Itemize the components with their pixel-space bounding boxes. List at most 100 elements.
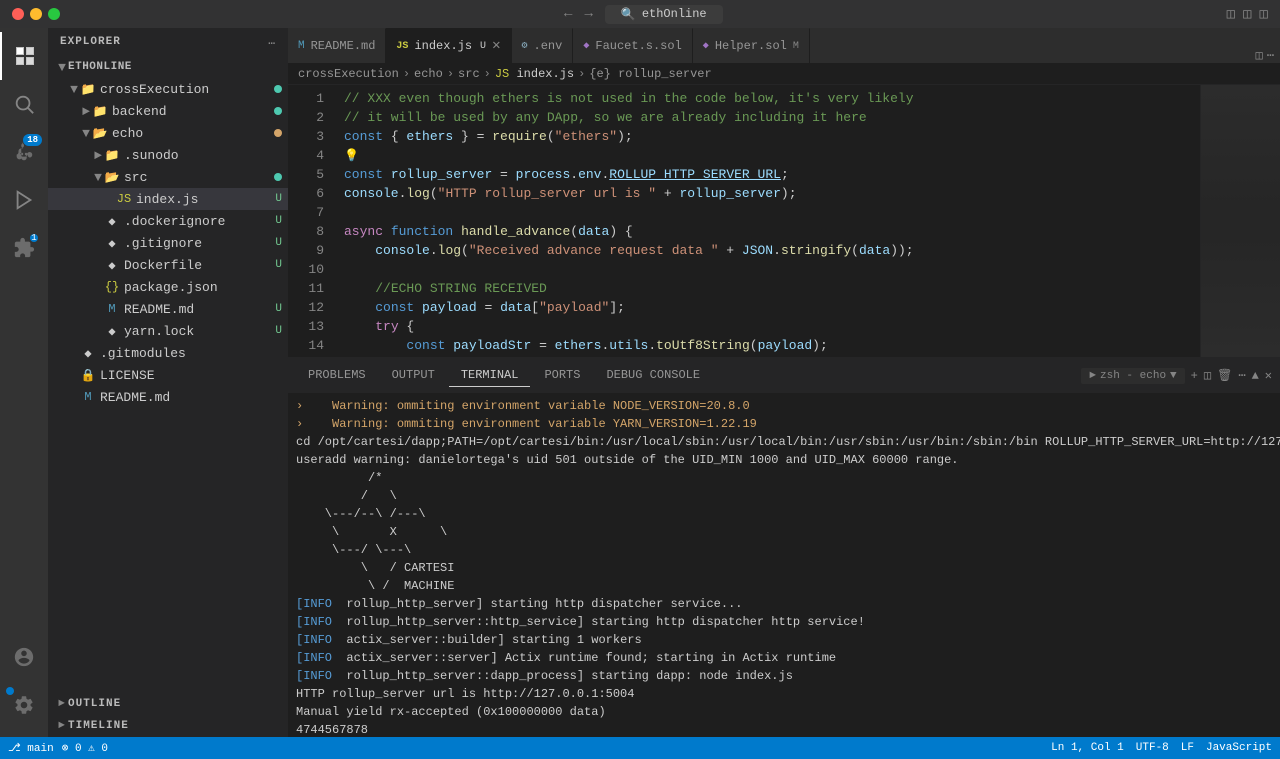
outline-section[interactable]: ► OUTLINE xyxy=(48,693,288,715)
activity-search[interactable] xyxy=(0,80,48,128)
spacer xyxy=(92,236,104,251)
tab-debug[interactable]: DEBUG CONSOLE xyxy=(594,364,712,387)
breadcrumb-part[interactable]: echo xyxy=(414,67,443,81)
sidebar-item-src[interactable]: ▼ 📂 src xyxy=(48,166,288,188)
activity-account[interactable] xyxy=(0,633,48,681)
error-icon: ⊗ xyxy=(62,743,69,755)
folder-icon: 📁 xyxy=(92,103,108,119)
status-dot xyxy=(274,85,282,93)
layout-icon[interactable]: ◫ xyxy=(1227,6,1235,23)
git-branch[interactable]: ⎇ main xyxy=(8,741,54,755)
tab-close-icon[interactable]: ✕ xyxy=(492,39,500,53)
terminal-line: useradd warning: danielortega's uid 501 … xyxy=(296,451,1272,469)
editor-actions: ◫ ⋯ xyxy=(1256,48,1280,63)
terminal-content[interactable]: › Warning: ommiting environment variable… xyxy=(288,393,1280,737)
sidebar-item-dockerignore[interactable]: ◆ .dockerignore U xyxy=(48,210,288,232)
sidebar-item-backend[interactable]: ► 📁 backend xyxy=(48,100,288,122)
sidebar-item-packagejson[interactable]: {} package.json xyxy=(48,276,288,298)
sidebar-item-license[interactable]: 🔒 LICENSE xyxy=(48,364,288,386)
maximize-terminal-icon[interactable]: ▲ xyxy=(1252,369,1259,383)
sidebar-actions[interactable]: … xyxy=(268,36,276,48)
chevron-right-icon: ► xyxy=(80,104,92,119)
code-line-3: const { ethers } = require("ethers"); xyxy=(336,127,1200,146)
terminal-line: \ X \ xyxy=(296,523,1272,541)
sidebar-item-crossexecution[interactable]: ▼ 📁 crossExecution xyxy=(48,78,288,100)
sidebar-item-readme-echo[interactable]: M README.md U xyxy=(48,298,288,320)
tab-faucet[interactable]: ◆ Faucet.s.sol xyxy=(573,28,692,63)
status-bar: ⎇ main ⊗ 0 ⚠ 0 Ln 1, Col 1 UTF-8 LF Java… xyxy=(0,737,1280,759)
sidebar-item-gitmodules[interactable]: ◆ .gitmodules xyxy=(48,342,288,364)
activity-extensions[interactable]: 1 xyxy=(0,224,48,272)
tab-problems[interactable]: PROBLEMS xyxy=(296,364,378,387)
spacer xyxy=(92,258,104,273)
terminal-line: [INFO actix_server::server] Actix runtim… xyxy=(296,649,1272,667)
close-terminal-icon[interactable]: ✕ xyxy=(1265,368,1272,383)
delete-terminal-icon[interactable]: 🗑 xyxy=(1217,368,1232,383)
root-label: ETHONLINE xyxy=(68,61,132,73)
split-icon[interactable]: ◫ xyxy=(1243,6,1251,23)
tree-root[interactable]: ▼ ETHONLINE xyxy=(48,56,288,78)
add-terminal-icon[interactable]: + xyxy=(1191,369,1198,383)
errors-count[interactable]: ⊗ 0 ⚠ 0 xyxy=(62,741,108,755)
terminal-line: / \ xyxy=(296,487,1272,505)
tab-terminal[interactable]: TERMINAL xyxy=(449,364,531,387)
timeline-section[interactable]: ► TIMELINE xyxy=(48,715,288,737)
terminal-line: [INFO rollup_http_server::dapp_process] … xyxy=(296,667,1272,685)
tab-ports[interactable]: PORTS xyxy=(532,364,592,387)
file-icon: 🔒 xyxy=(80,367,96,383)
code-content[interactable]: // XXX even though ethers is not used in… xyxy=(336,85,1200,357)
code-line-13: try { xyxy=(336,317,1200,336)
line-numbers: 12345 678910 1112131415 161718 xyxy=(288,85,336,357)
new-file-icon[interactable]: … xyxy=(268,36,276,48)
close-button[interactable] xyxy=(12,8,24,20)
maximize-button[interactable] xyxy=(48,8,60,20)
sidebar-title: EXPLORER xyxy=(60,36,121,48)
search-icon: 🔍 xyxy=(621,7,636,22)
sidebar-item-readme-root[interactable]: M README.md xyxy=(48,386,288,408)
modified-badge: U xyxy=(275,237,282,249)
split-editor-icon[interactable]: ◫ xyxy=(1256,48,1263,63)
more-terminal-icon[interactable]: ⋯ xyxy=(1238,368,1245,383)
main-layout: 18 1 EXPLORER … xyxy=(0,28,1280,737)
tab-readme[interactable]: M README.md xyxy=(288,28,386,63)
line-ending[interactable]: LF xyxy=(1181,742,1194,754)
language[interactable]: JavaScript xyxy=(1206,742,1272,754)
activity-explorer[interactable] xyxy=(0,32,48,80)
sidebar-item-sunodo[interactable]: ► 📁 .sunodo xyxy=(48,144,288,166)
spacer xyxy=(92,302,104,317)
code-line-11: //ECHO STRING RECEIVED xyxy=(336,279,1200,298)
breadcrumb-part[interactable]: src xyxy=(458,67,480,81)
tab-helper[interactable]: ◆ Helper.sol M xyxy=(693,28,810,63)
tab-env[interactable]: ⚙ .env xyxy=(512,28,574,63)
modified-badge: U xyxy=(275,325,282,337)
file-tree: ▼ ETHONLINE ▼ 📁 crossExecution ► 📁 backe… xyxy=(48,56,288,693)
modified-badge: U xyxy=(275,193,282,205)
minimize-button[interactable] xyxy=(30,8,42,20)
activity-git[interactable]: 18 xyxy=(0,128,48,176)
terminal-shell-selector[interactable]: ► zsh - echo ▼ xyxy=(1081,368,1184,384)
forward-icon[interactable]: → xyxy=(584,6,592,22)
tab-output[interactable]: OUTPUT xyxy=(380,364,447,387)
breadcrumb-part[interactable]: {e} rollup_server xyxy=(589,67,711,81)
breadcrumb-part[interactable]: crossExecution xyxy=(298,67,399,81)
item-label: .gitmodules xyxy=(100,346,186,361)
fullscreen-icon[interactable]: ◫ xyxy=(1260,6,1268,23)
sidebar-item-echo[interactable]: ▼ 📂 echo xyxy=(48,122,288,144)
split-terminal-icon[interactable]: ◫ xyxy=(1204,368,1211,383)
sidebar-item-yarnlock[interactable]: ◆ yarn.lock U xyxy=(48,320,288,342)
tab-indexjs[interactable]: JS index.js U ✕ xyxy=(386,28,511,63)
back-icon[interactable]: ← xyxy=(564,6,572,22)
code-line-9: console.log("Received advance request da… xyxy=(336,241,1200,260)
sidebar-item-indexjs[interactable]: JS index.js U xyxy=(48,188,288,210)
sidebar-item-gitignore[interactable]: ◆ .gitignore U xyxy=(48,232,288,254)
activity-settings[interactable] xyxy=(0,681,48,729)
activity-run[interactable] xyxy=(0,176,48,224)
breadcrumb-part[interactable]: JS index.js xyxy=(495,67,574,81)
more-actions-icon[interactable]: ⋯ xyxy=(1267,48,1274,63)
encoding[interactable]: UTF-8 xyxy=(1136,742,1169,754)
search-text: ethOnline xyxy=(642,7,707,21)
sidebar-item-dockerfile[interactable]: ◆ Dockerfile U xyxy=(48,254,288,276)
search-bar[interactable]: 🔍 ethOnline xyxy=(605,5,723,24)
chevron-right-icon: ► xyxy=(92,148,104,163)
line-col[interactable]: Ln 1, Col 1 xyxy=(1051,742,1124,754)
